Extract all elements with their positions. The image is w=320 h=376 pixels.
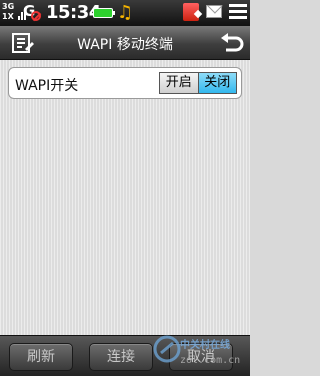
wapi-switch-toggle: 开启 关闭 bbox=[159, 72, 237, 94]
wapi-switch-row: WAPI开关 开启 关闭 bbox=[8, 67, 242, 99]
menu-icon[interactable] bbox=[12, 33, 34, 53]
music-icon: ♫ bbox=[117, 2, 134, 23]
connect-button[interactable]: 连接 bbox=[89, 343, 153, 371]
watermark-url: zol.com.cn bbox=[180, 355, 241, 366]
wapi-on-option[interactable]: 开启 bbox=[160, 73, 199, 93]
settings-status-icon bbox=[229, 4, 247, 20]
notification-icon bbox=[183, 3, 199, 21]
watermark-logo-icon bbox=[152, 334, 182, 364]
wapi-switch-label: WAPI开关 bbox=[15, 78, 79, 94]
network-type: 3G 1X bbox=[2, 2, 18, 22]
network-type-bottom: 1X bbox=[2, 12, 14, 21]
network-type-top: 3G bbox=[2, 2, 15, 11]
wapi-off-option[interactable]: 关闭 bbox=[198, 73, 236, 93]
title-bar: WAPI 移动终端 bbox=[0, 26, 250, 60]
content-area: WAPI开关 开启 关闭 bbox=[0, 60, 250, 335]
page-title: WAPI 移动终端 bbox=[77, 37, 173, 53]
status-bar: 3G 1X G 15:34 ♫ bbox=[0, 0, 250, 26]
watermark-name: 中关村在线 bbox=[180, 340, 230, 351]
refresh-button[interactable]: 刷新 bbox=[9, 343, 73, 371]
message-icon bbox=[206, 5, 222, 18]
back-icon[interactable] bbox=[220, 32, 244, 54]
battery-icon bbox=[93, 8, 115, 18]
no-sim-icon bbox=[31, 11, 41, 21]
